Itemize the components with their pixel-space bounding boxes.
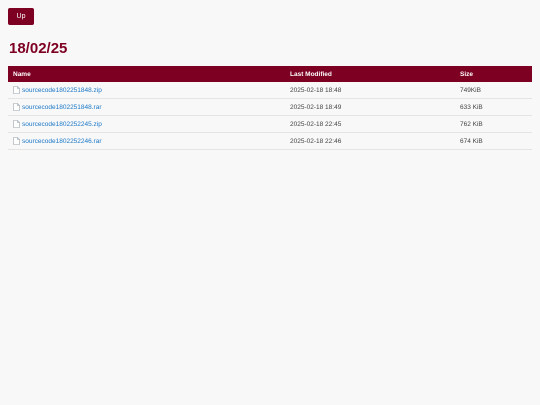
size-cell: 633 KiB [455,98,532,116]
directory-listing-page: Up 18/02/25 Name Last Modified Size sour… [0,0,540,405]
last-modified-cell: 2025-02-18 22:45 [285,115,455,133]
size-cell: 674 KiB [455,132,532,150]
last-modified-cell: 2025-02-18 18:48 [285,82,455,99]
file-icon [13,86,20,94]
file-name-cell: sourcecode1802252245.zip [8,115,285,133]
file-icon [13,120,20,128]
table-row: sourcecode1802252246.rar 2025-02-18 22:4… [8,132,532,150]
size-cell: 762 KiB [455,115,532,133]
last-modified-cell: 2025-02-18 22:46 [285,132,455,150]
size-cell: 749KiB [455,82,532,99]
last-modified-cell: 2025-02-18 18:49 [285,98,455,116]
file-link[interactable]: sourcecode1802251848.rar [22,104,102,111]
file-name-cell: sourcecode1802251848.rar [8,98,285,116]
file-link[interactable]: sourcecode1802252245.zip [22,121,102,128]
file-link[interactable]: sourcecode1802251848.zip [22,87,102,94]
file-table: Name Last Modified Size sourcecode180225… [8,66,532,150]
column-header-size[interactable]: Size [455,66,532,82]
table-row: sourcecode1802251848.zip 2025-02-18 18:4… [8,82,532,99]
file-icon [13,137,20,145]
file-name-cell: sourcecode1802251848.zip [8,82,285,99]
file-link[interactable]: sourcecode1802252246.rar [22,138,102,145]
table-row: sourcecode1802251848.rar 2025-02-18 18:4… [8,98,532,116]
table-row: sourcecode1802252245.zip 2025-02-18 22:4… [8,115,532,133]
column-header-last-modified[interactable]: Last Modified [285,66,455,82]
page-title: 18/02/25 [9,40,68,57]
column-header-name[interactable]: Name [8,66,285,82]
table-header-row: Name Last Modified Size [8,66,532,82]
up-button[interactable]: Up [8,8,34,25]
file-icon [13,103,20,111]
file-name-cell: sourcecode1802252246.rar [8,132,285,150]
